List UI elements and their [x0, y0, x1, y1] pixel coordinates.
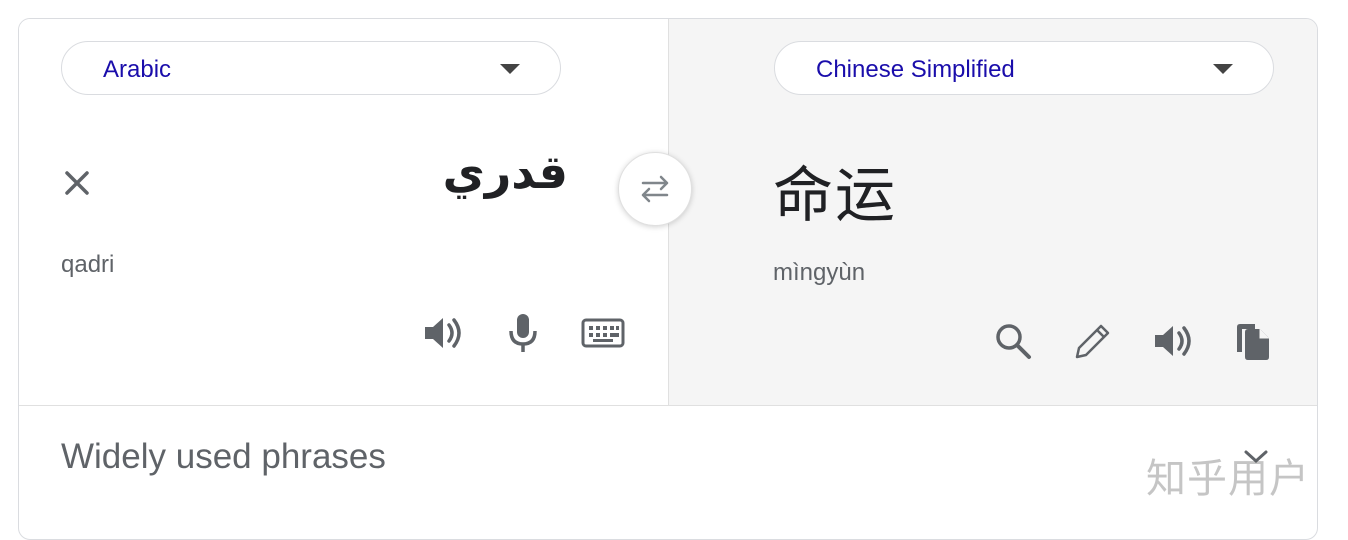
- microphone-icon[interactable]: [499, 309, 547, 357]
- widely-used-phrases-title[interactable]: Widely used phrases: [61, 437, 386, 477]
- swap-languages-button[interactable]: [618, 152, 692, 226]
- source-transliteration: qadri: [61, 251, 115, 278]
- target-text: 命运: [773, 161, 897, 231]
- source-text[interactable]: قدري: [443, 145, 568, 199]
- source-language-label: Arabic: [103, 56, 172, 83]
- search-icon[interactable]: [989, 317, 1037, 365]
- source-language-select[interactable]: Arabic: [61, 41, 561, 95]
- speaker-icon[interactable]: [419, 309, 467, 357]
- chevron-down-icon[interactable]: [1241, 447, 1271, 467]
- caret-down-icon: [1213, 64, 1233, 74]
- translate-card: Arabic قدري qadri Chinese Simplified 命运 …: [18, 18, 1318, 540]
- caret-down-icon: [500, 64, 520, 74]
- pencil-icon[interactable]: [1069, 317, 1117, 365]
- copy-icon[interactable]: [1229, 317, 1277, 365]
- target-pane: Chinese Simplified 命运 mìngyùn: [668, 19, 1317, 405]
- target-transliteration: mìngyùn: [773, 259, 866, 286]
- target-language-select[interactable]: Chinese Simplified: [774, 41, 1274, 95]
- target-language-label: Chinese Simplified: [816, 56, 1015, 83]
- divider: [19, 405, 1317, 406]
- speaker-icon[interactable]: [1149, 317, 1197, 365]
- close-icon[interactable]: [59, 165, 95, 201]
- swap-arrows-icon: [641, 175, 669, 203]
- keyboard-icon[interactable]: [579, 309, 627, 357]
- source-pane: Arabic قدري qadri: [19, 19, 668, 405]
